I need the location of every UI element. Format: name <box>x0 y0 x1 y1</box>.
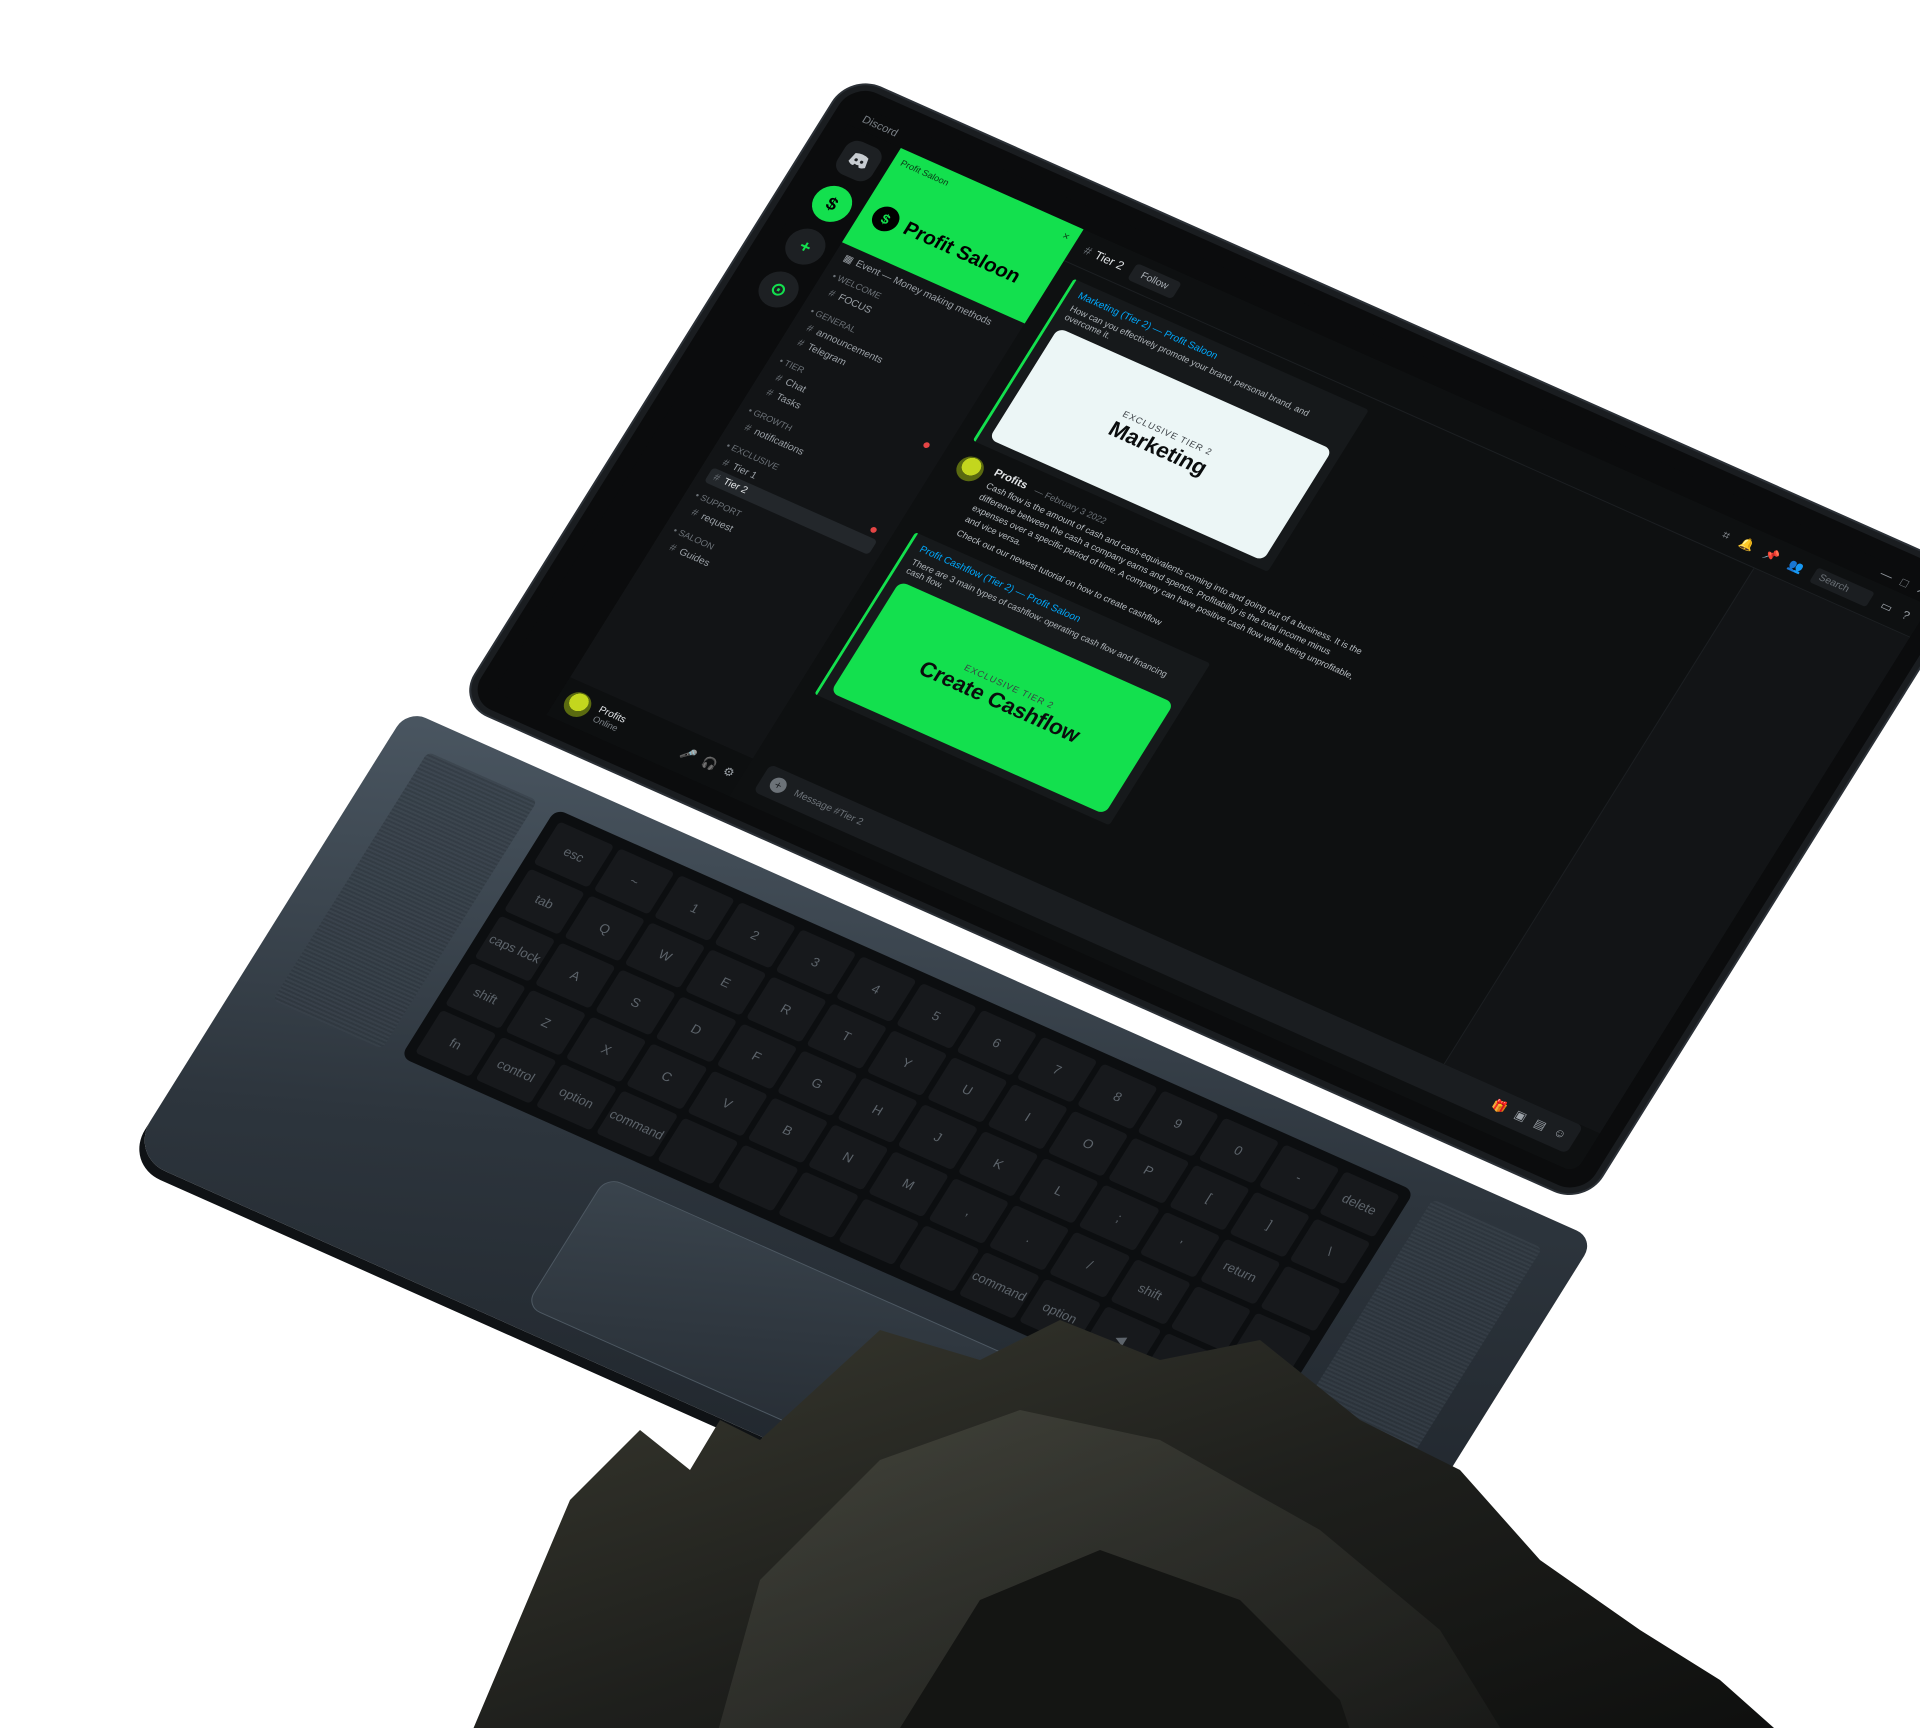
explore-servers-icon[interactable]: ⊙ <box>751 265 807 314</box>
sticker-icon[interactable]: ▤ <box>1531 1116 1549 1133</box>
card-title: Create Cashflow <box>914 656 1086 748</box>
gif-icon[interactable]: ▣ <box>1512 1107 1530 1124</box>
server-icon-profit-saloon[interactable]: $ <box>804 179 860 228</box>
channel-name: Guides <box>676 546 712 570</box>
threads-icon[interactable]: ⌗ <box>1719 527 1734 543</box>
add-server-icon[interactable]: + <box>777 222 833 271</box>
discord-home-icon[interactable] <box>831 137 887 186</box>
minimize-icon[interactable]: — <box>1877 566 1895 583</box>
channel-hash-icon: # <box>795 337 807 350</box>
attach-plus-icon[interactable]: + <box>766 775 790 796</box>
marketing-stage: Discord — □ ✕ $ + ⊙ Profit Saloon × $ Pr… <box>0 0 1920 1728</box>
unread-badge <box>869 525 879 534</box>
notification-bell-icon[interactable]: 🔔 <box>1737 535 1758 553</box>
maximize-icon[interactable]: □ <box>1898 575 1912 590</box>
server-logo-icon: $ <box>866 202 905 236</box>
channel-hash-icon: # <box>826 288 838 300</box>
close-icon[interactable]: ✕ <box>1913 582 1920 598</box>
member-list-icon[interactable]: 👥 <box>1786 557 1807 575</box>
channel-hash-icon: # <box>804 323 816 335</box>
inbox-icon[interactable]: ▭ <box>1878 598 1896 615</box>
channel-hash-icon: # <box>689 507 701 520</box>
calendar-icon: ▦ <box>840 253 856 267</box>
current-channel: # Tier 2 <box>1081 244 1127 273</box>
microphone-icon[interactable]: 🎤 <box>678 745 699 763</box>
channel-hash-icon: # <box>711 472 723 484</box>
user-info: Profits Online <box>591 704 628 734</box>
pin-icon[interactable]: 📌 <box>1761 546 1782 564</box>
channel-hash-icon: # <box>764 387 776 400</box>
channel-hash-icon: # <box>773 372 785 385</box>
channel-guides[interactable]: # Guides <box>660 537 834 625</box>
avatar[interactable] <box>951 452 989 486</box>
channel-hash-icon: # <box>720 457 732 470</box>
laptop: Discord — □ ✕ $ + ⊙ Profit Saloon × $ Pr… <box>118 59 1920 1701</box>
unread-badge <box>922 440 932 449</box>
headphones-icon[interactable]: 🎧 <box>699 754 720 772</box>
emoji-icon[interactable]: ☺ <box>1551 1125 1570 1142</box>
gift-icon[interactable]: 🎁 <box>1489 1097 1510 1115</box>
settings-gear-icon[interactable]: ⚙ <box>720 764 737 780</box>
channel-hash-icon: # <box>667 542 679 555</box>
help-icon[interactable]: ? <box>1899 608 1913 623</box>
current-channel-name: Tier 2 <box>1091 248 1127 273</box>
avatar[interactable] <box>558 688 597 722</box>
user-controls: 🎤 🎧 ⚙ <box>678 745 737 780</box>
channel-hash-icon: # <box>742 422 754 435</box>
channel-hash-icon: # <box>1081 243 1095 259</box>
